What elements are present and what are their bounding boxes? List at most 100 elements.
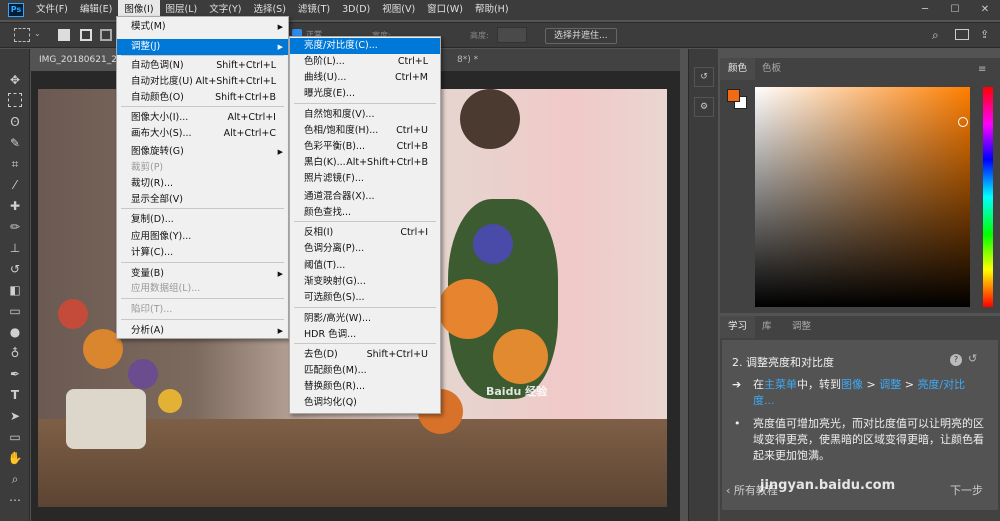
add-selection-icon[interactable] bbox=[80, 29, 92, 41]
path-select-icon[interactable]: ➤ bbox=[5, 407, 25, 425]
adjust-menu-item[interactable]: 色相/饱和度(H)... Ctrl+U bbox=[290, 123, 440, 139]
adjust-menu-item[interactable]: 亮度/对比度(C)... bbox=[290, 38, 440, 54]
height-input[interactable] bbox=[497, 27, 527, 43]
blur-tool-icon[interactable]: ● bbox=[5, 323, 25, 341]
brush-tool-icon[interactable]: ✏ bbox=[5, 218, 25, 236]
image-menu-item[interactable]: 自动对比度(U) Alt+Shift+Ctrl+L bbox=[117, 74, 288, 90]
close-button[interactable]: ✕ bbox=[970, 0, 1000, 20]
marquee-tool-icon[interactable] bbox=[8, 93, 22, 107]
foreground-color-swatch[interactable] bbox=[727, 89, 740, 102]
adjust-menu-item[interactable]: 照片滤镜(F)... bbox=[290, 171, 440, 187]
photoshop-logo: Ps bbox=[8, 3, 24, 17]
adjust-menu-item[interactable]: 曲线(U)... Ctrl+M bbox=[290, 70, 440, 86]
adjust-menu-item[interactable]: 自然饱和度(V)... bbox=[290, 107, 440, 123]
image-menu-item[interactable]: 画布大小(S)... Alt+Ctrl+C bbox=[117, 126, 288, 142]
pen-tool-icon[interactable]: ✒ bbox=[5, 365, 25, 383]
history-panel-icon[interactable]: ↺ bbox=[694, 67, 714, 87]
gradient-tool-icon[interactable]: ▭ bbox=[5, 302, 25, 320]
adjust-menu-item[interactable]: 色彩平衡(B)... Ctrl+B bbox=[290, 139, 440, 155]
properties-panel-icon[interactable]: ⚙ bbox=[694, 97, 714, 117]
adjust-menu-item[interactable]: 替换颜色(R)... bbox=[290, 379, 440, 395]
panel-menu-icon[interactable]: ≡ bbox=[978, 64, 986, 75]
workspace-icon[interactable] bbox=[955, 29, 969, 40]
rectangle-tool-icon[interactable]: ▭ bbox=[5, 428, 25, 446]
link-main-menu[interactable]: 主菜单 bbox=[764, 378, 797, 391]
lasso-tool-icon[interactable]: ʘ bbox=[5, 113, 25, 131]
marquee-tool-icon[interactable] bbox=[14, 28, 30, 42]
image-menu-item[interactable]: 应用图像(Y)... bbox=[117, 229, 288, 245]
tab-adjustments[interactable]: 调整 bbox=[784, 316, 819, 338]
eyedropper-tool-icon[interactable]: ⁄ bbox=[5, 176, 25, 194]
history-brush-icon[interactable]: ↺ bbox=[5, 260, 25, 278]
flower-shape bbox=[438, 279, 498, 339]
hand-tool-icon[interactable]: ✋ bbox=[5, 449, 25, 467]
adjust-menu-item[interactable]: 渐变映射(G)... bbox=[290, 274, 440, 290]
image-menu-item[interactable]: 图像旋转(G) ▶ bbox=[117, 144, 288, 160]
adjust-menu-item[interactable]: 匹配颜色(M)... bbox=[290, 363, 440, 379]
adjust-menu-item[interactable]: HDR 色调... bbox=[290, 327, 440, 343]
stamp-tool-icon[interactable]: ⊥ bbox=[5, 239, 25, 257]
image-menu-item[interactable]: 裁切(R)... bbox=[117, 176, 288, 192]
link-image[interactable]: 图像 bbox=[841, 378, 863, 391]
tab-libraries[interactable]: 库 bbox=[754, 316, 780, 338]
image-menu-item[interactable]: 变量(B) ▶ bbox=[117, 266, 288, 282]
image-menu-item[interactable]: 图像大小(I)... Alt+Ctrl+I bbox=[117, 110, 288, 126]
adjust-menu-item[interactable]: 反相(I) Ctrl+I bbox=[290, 225, 440, 241]
adjust-menu-item[interactable]: 可选颜色(S)... bbox=[290, 290, 440, 306]
eraser-tool-icon[interactable]: ◧ bbox=[5, 281, 25, 299]
next-step-button[interactable]: 下一步 bbox=[950, 482, 983, 498]
menu-filter[interactable]: 滤镜(T) bbox=[292, 0, 336, 20]
adjust-menu-item[interactable]: 色阶(L)... Ctrl+L bbox=[290, 54, 440, 70]
type-tool-icon[interactable]: T bbox=[5, 386, 25, 404]
adjust-menu-item[interactable]: 阈值(T)... bbox=[290, 258, 440, 274]
chevron-down-icon[interactable]: ⌄ bbox=[34, 29, 41, 38]
hue-slider[interactable] bbox=[983, 87, 993, 307]
menu-file[interactable]: 文件(F) bbox=[30, 0, 74, 20]
healing-brush-icon[interactable]: ✚ bbox=[5, 197, 25, 215]
menu-view[interactable]: 视图(V) bbox=[376, 0, 421, 20]
move-tool-icon[interactable]: ✥ bbox=[5, 71, 25, 89]
image-menu-item[interactable]: 模式(M) ▶ bbox=[117, 19, 288, 35]
image-menu-item[interactable]: 分析(A) ▶ bbox=[117, 323, 288, 339]
menu-window[interactable]: 窗口(W) bbox=[421, 0, 469, 20]
color-picker-field[interactable] bbox=[755, 87, 970, 307]
subtract-selection-icon[interactable] bbox=[100, 29, 112, 41]
help-icon[interactable]: ? bbox=[950, 354, 962, 366]
tab-swatches[interactable]: 色板 bbox=[754, 58, 789, 80]
image-menu-item[interactable]: 复制(D)... bbox=[117, 212, 288, 228]
adjust-menu-item[interactable]: 色调均化(Q) bbox=[290, 395, 440, 411]
reset-icon[interactable]: ↺ bbox=[968, 352, 977, 365]
adjust-menu-item[interactable]: 曝光度(E)... bbox=[290, 86, 440, 102]
link-adjustments[interactable]: 调整 bbox=[879, 378, 901, 391]
crop-tool-icon[interactable]: ⌗ bbox=[5, 155, 25, 173]
adjust-menu-item[interactable]: 颜色查找... bbox=[290, 205, 440, 221]
adjust-menu-item[interactable]: 阴影/高光(W)... bbox=[290, 311, 440, 327]
more-tools-icon[interactable]: ⋯ bbox=[5, 491, 25, 509]
search-icon[interactable]: ⌕ bbox=[932, 28, 939, 43]
dodge-tool-icon[interactable]: ♁ bbox=[5, 344, 25, 362]
image-menu-item[interactable]: 显示全部(V) bbox=[117, 192, 288, 208]
select-and-mask-button[interactable]: 选择并遮住... bbox=[545, 28, 617, 44]
tab-color[interactable]: 颜色 bbox=[720, 58, 756, 80]
minimize-button[interactable]: ─ bbox=[910, 0, 940, 20]
menu-3d[interactable]: 3D(D) bbox=[336, 0, 376, 20]
picker-cursor[interactable] bbox=[958, 117, 968, 127]
image-menu-item[interactable]: 计算(C)... bbox=[117, 245, 288, 261]
zoom-tool-icon[interactable]: ⌕ bbox=[5, 470, 25, 488]
maximize-button[interactable]: ☐ bbox=[940, 0, 970, 20]
adjust-menu-item[interactable]: 色调分离(P)... bbox=[290, 241, 440, 257]
adjust-menu-item[interactable]: 通道混合器(X)... bbox=[290, 189, 440, 205]
adjust-menu-item[interactable]: 去色(D) Shift+Ctrl+U bbox=[290, 347, 440, 363]
new-selection-icon[interactable] bbox=[58, 29, 70, 41]
adjust-menu-item[interactable]: 黑白(K)... Alt+Shift+Ctrl+B bbox=[290, 155, 440, 171]
image-menu-item[interactable]: 自动色调(N) Shift+Ctrl+L bbox=[117, 58, 288, 74]
tab-learn[interactable]: 学习 bbox=[720, 316, 756, 338]
menu-help[interactable]: 帮助(H) bbox=[469, 0, 515, 20]
adjust-menu-item-label: 渐变映射(G)... bbox=[304, 276, 366, 287]
image-menu-item[interactable]: 自动颜色(O) Shift+Ctrl+B bbox=[117, 90, 288, 106]
document-tab-suffix[interactable]: 8*) * bbox=[449, 49, 486, 71]
menu-edit[interactable]: 编辑(E) bbox=[74, 0, 118, 20]
image-menu-item[interactable]: 调整(J) ▶ bbox=[117, 39, 288, 55]
quick-select-tool-icon[interactable]: ✎ bbox=[5, 134, 25, 152]
share-icon[interactable]: ⇪ bbox=[980, 28, 989, 41]
